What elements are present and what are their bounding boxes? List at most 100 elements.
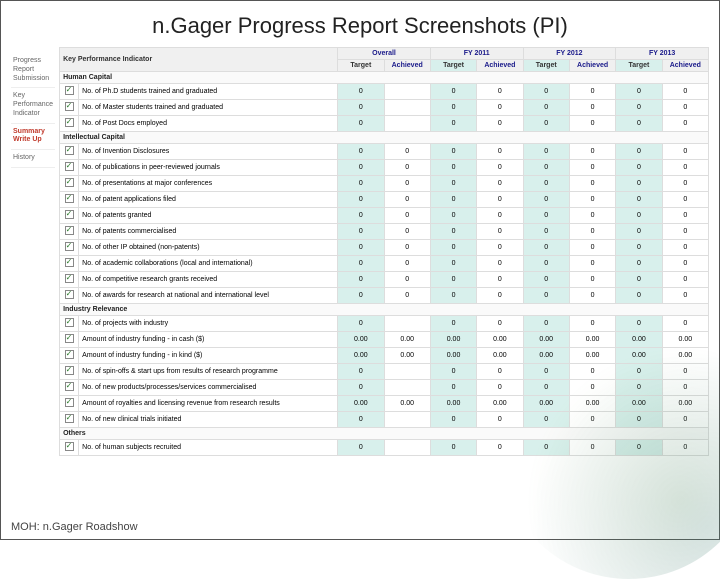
checkbox-icon[interactable] xyxy=(65,210,74,219)
table-row: No. of academic collaborations (local an… xyxy=(60,256,709,272)
row-checkbox-cell[interactable] xyxy=(60,440,79,456)
target-value: 0.00 xyxy=(616,332,662,348)
indicator-label: No. of patents commercialised xyxy=(79,224,338,240)
row-checkbox-cell[interactable] xyxy=(60,316,79,332)
row-checkbox-cell[interactable] xyxy=(60,332,79,348)
target-value: 0 xyxy=(616,84,662,100)
checkbox-icon[interactable] xyxy=(65,118,74,127)
row-checkbox-cell[interactable] xyxy=(60,208,79,224)
target-value: 0.00 xyxy=(616,348,662,364)
table-row: Amount of royalties and licensing revenu… xyxy=(60,396,709,412)
achieved-value: 0 xyxy=(662,224,708,240)
target-value: 0 xyxy=(523,100,569,116)
row-checkbox-cell[interactable] xyxy=(60,348,79,364)
target-value: 0 xyxy=(430,208,476,224)
target-value: 0.00 xyxy=(523,348,569,364)
row-checkbox-cell[interactable] xyxy=(60,144,79,160)
checkbox-icon[interactable] xyxy=(65,442,74,451)
target-value: 0 xyxy=(338,84,384,100)
checkbox-icon[interactable] xyxy=(65,318,74,327)
checkbox-icon[interactable] xyxy=(65,178,74,187)
target-value: 0 xyxy=(430,412,476,428)
checkbox-icon[interactable] xyxy=(65,382,74,391)
row-checkbox-cell[interactable] xyxy=(60,364,79,380)
achieved-value: 0 xyxy=(384,144,430,160)
header-achieved: Achieved xyxy=(384,60,430,72)
target-value: 0 xyxy=(430,160,476,176)
checkbox-icon[interactable] xyxy=(65,194,74,203)
achieved-value: 0 xyxy=(384,224,430,240)
achieved-value: 0 xyxy=(662,116,708,132)
indicator-label: No. of awards for research at national a… xyxy=(79,288,338,304)
row-checkbox-cell[interactable] xyxy=(60,240,79,256)
target-value: 0 xyxy=(338,224,384,240)
checkbox-icon[interactable] xyxy=(65,398,74,407)
sidebar-item[interactable]: Summary Write Up xyxy=(11,124,55,151)
checkbox-icon[interactable] xyxy=(65,242,74,251)
row-checkbox-cell[interactable] xyxy=(60,272,79,288)
achieved-value: 0 xyxy=(477,116,523,132)
checkbox-icon[interactable] xyxy=(65,146,74,155)
row-checkbox-cell[interactable] xyxy=(60,412,79,428)
checkbox-icon[interactable] xyxy=(65,162,74,171)
target-value: 0 xyxy=(430,288,476,304)
achieved-value: 0 xyxy=(477,272,523,288)
header-fy-0: FY 2011 xyxy=(430,48,523,60)
indicator-label: No. of publications in peer-reviewed jou… xyxy=(79,160,338,176)
header-fy-2: FY 2013 xyxy=(616,48,709,60)
indicator-label: No. of Ph.D students trained and graduat… xyxy=(79,84,338,100)
row-checkbox-cell[interactable] xyxy=(60,192,79,208)
target-value: 0 xyxy=(338,116,384,132)
indicator-label: No. of academic collaborations (local an… xyxy=(79,256,338,272)
row-checkbox-cell[interactable] xyxy=(60,176,79,192)
checkbox-icon[interactable] xyxy=(65,102,74,111)
row-checkbox-cell[interactable] xyxy=(60,288,79,304)
checkbox-icon[interactable] xyxy=(65,366,74,375)
row-checkbox-cell[interactable] xyxy=(60,160,79,176)
achieved-value: 0 xyxy=(569,116,615,132)
checkbox-icon[interactable] xyxy=(65,258,74,267)
achieved-value xyxy=(384,364,430,380)
row-checkbox-cell[interactable] xyxy=(60,116,79,132)
checkbox-icon[interactable] xyxy=(65,334,74,343)
checkbox-icon[interactable] xyxy=(65,414,74,423)
checkbox-icon[interactable] xyxy=(65,274,74,283)
achieved-value: 0 xyxy=(477,412,523,428)
header-target: Target xyxy=(616,60,662,72)
table-row: No. of new products/processes/services c… xyxy=(60,380,709,396)
target-value: 0 xyxy=(523,288,569,304)
header-achieved: Achieved xyxy=(477,60,523,72)
achieved-value: 0 xyxy=(477,144,523,160)
section-header: Industry Relevance xyxy=(60,304,709,316)
target-value: 0 xyxy=(430,380,476,396)
achieved-value: 0.00 xyxy=(477,396,523,412)
row-checkbox-cell[interactable] xyxy=(60,224,79,240)
sidebar-item[interactable]: Key Performance Indicator xyxy=(11,88,55,123)
indicator-label: Amount of royalties and licensing revenu… xyxy=(79,396,338,412)
checkbox-icon[interactable] xyxy=(65,350,74,359)
target-value: 0 xyxy=(616,412,662,428)
row-checkbox-cell[interactable] xyxy=(60,84,79,100)
achieved-value: 0 xyxy=(569,160,615,176)
sidebar-item[interactable]: Progress Report Submission xyxy=(11,53,55,88)
header-achieved: Achieved xyxy=(662,60,708,72)
indicator-label: No. of other IP obtained (non-patents) xyxy=(79,240,338,256)
checkbox-icon[interactable] xyxy=(65,226,74,235)
table-head: Key Performance Indicator Overall FY 201… xyxy=(60,48,709,72)
row-checkbox-cell[interactable] xyxy=(60,380,79,396)
sidebar-item[interactable]: History xyxy=(11,150,55,168)
achieved-value: 0.00 xyxy=(569,396,615,412)
checkbox-icon[interactable] xyxy=(65,290,74,299)
table-row: No. of other IP obtained (non-patents)00… xyxy=(60,240,709,256)
achieved-value: 0 xyxy=(569,208,615,224)
table-row: No. of patents commercialised00000000 xyxy=(60,224,709,240)
indicator-label: No. of Invention Disclosures xyxy=(79,144,338,160)
target-value: 0 xyxy=(430,100,476,116)
target-value: 0 xyxy=(338,380,384,396)
checkbox-icon[interactable] xyxy=(65,86,74,95)
achieved-value: 0.00 xyxy=(384,396,430,412)
row-checkbox-cell[interactable] xyxy=(60,256,79,272)
row-checkbox-cell[interactable] xyxy=(60,396,79,412)
achieved-value: 0 xyxy=(569,364,615,380)
row-checkbox-cell[interactable] xyxy=(60,100,79,116)
